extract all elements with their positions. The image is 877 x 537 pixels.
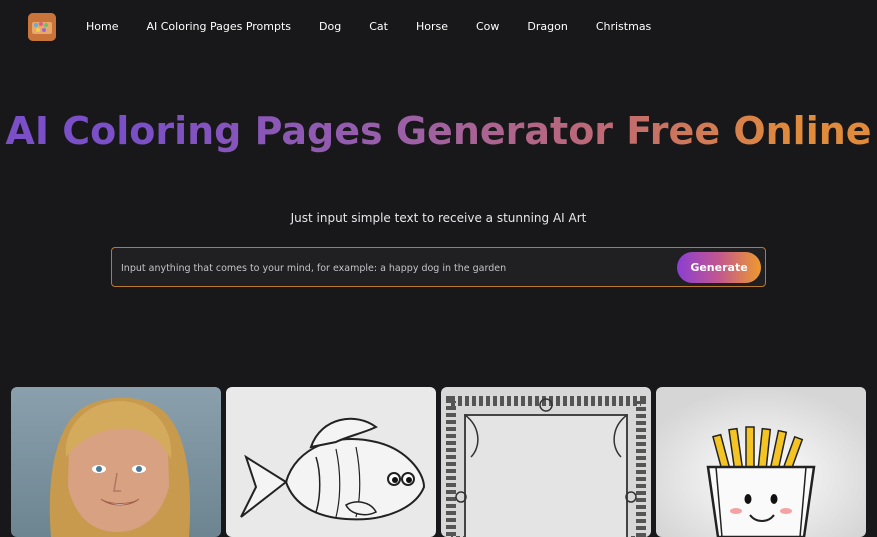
frame-image <box>441 387 651 537</box>
gallery-card-fish[interactable] <box>226 387 436 537</box>
gallery-card-frame[interactable] <box>441 387 651 537</box>
nav-link-cat[interactable]: Cat <box>369 20 388 34</box>
nav-link-dog[interactable]: Dog <box>319 20 341 34</box>
nav-link-dragon[interactable]: Dragon <box>527 20 567 34</box>
nav-links: Home AI Coloring Pages Prompts Dog Cat H… <box>86 20 679 34</box>
nav-link-horse[interactable]: Horse <box>416 20 448 34</box>
prompt-input[interactable] <box>121 258 676 278</box>
fish-image <box>226 387 436 537</box>
prompt-box: Generate <box>111 247 766 287</box>
generate-button[interactable]: Generate <box>677 252 761 283</box>
nav-link-prompts[interactable]: AI Coloring Pages Prompts <box>146 20 291 34</box>
gallery-card-fries[interactable] <box>656 387 866 537</box>
nav-link-christmas[interactable]: Christmas <box>596 20 651 34</box>
portrait-image <box>11 387 221 537</box>
page-subtitle: Just input simple text to receive a stun… <box>290 211 587 225</box>
site-logo[interactable] <box>28 13 56 41</box>
page-title: AI Coloring Pages Generator Free Online <box>0 110 877 153</box>
gallery-card-portrait[interactable] <box>11 387 221 537</box>
fries-image <box>656 387 866 537</box>
example-gallery <box>11 387 866 537</box>
nav-link-home[interactable]: Home <box>86 20 118 34</box>
top-nav: Home AI Coloring Pages Prompts Dog Cat H… <box>0 0 877 54</box>
nav-link-cow[interactable]: Cow <box>476 20 499 34</box>
palette-logo-icon <box>28 13 56 41</box>
